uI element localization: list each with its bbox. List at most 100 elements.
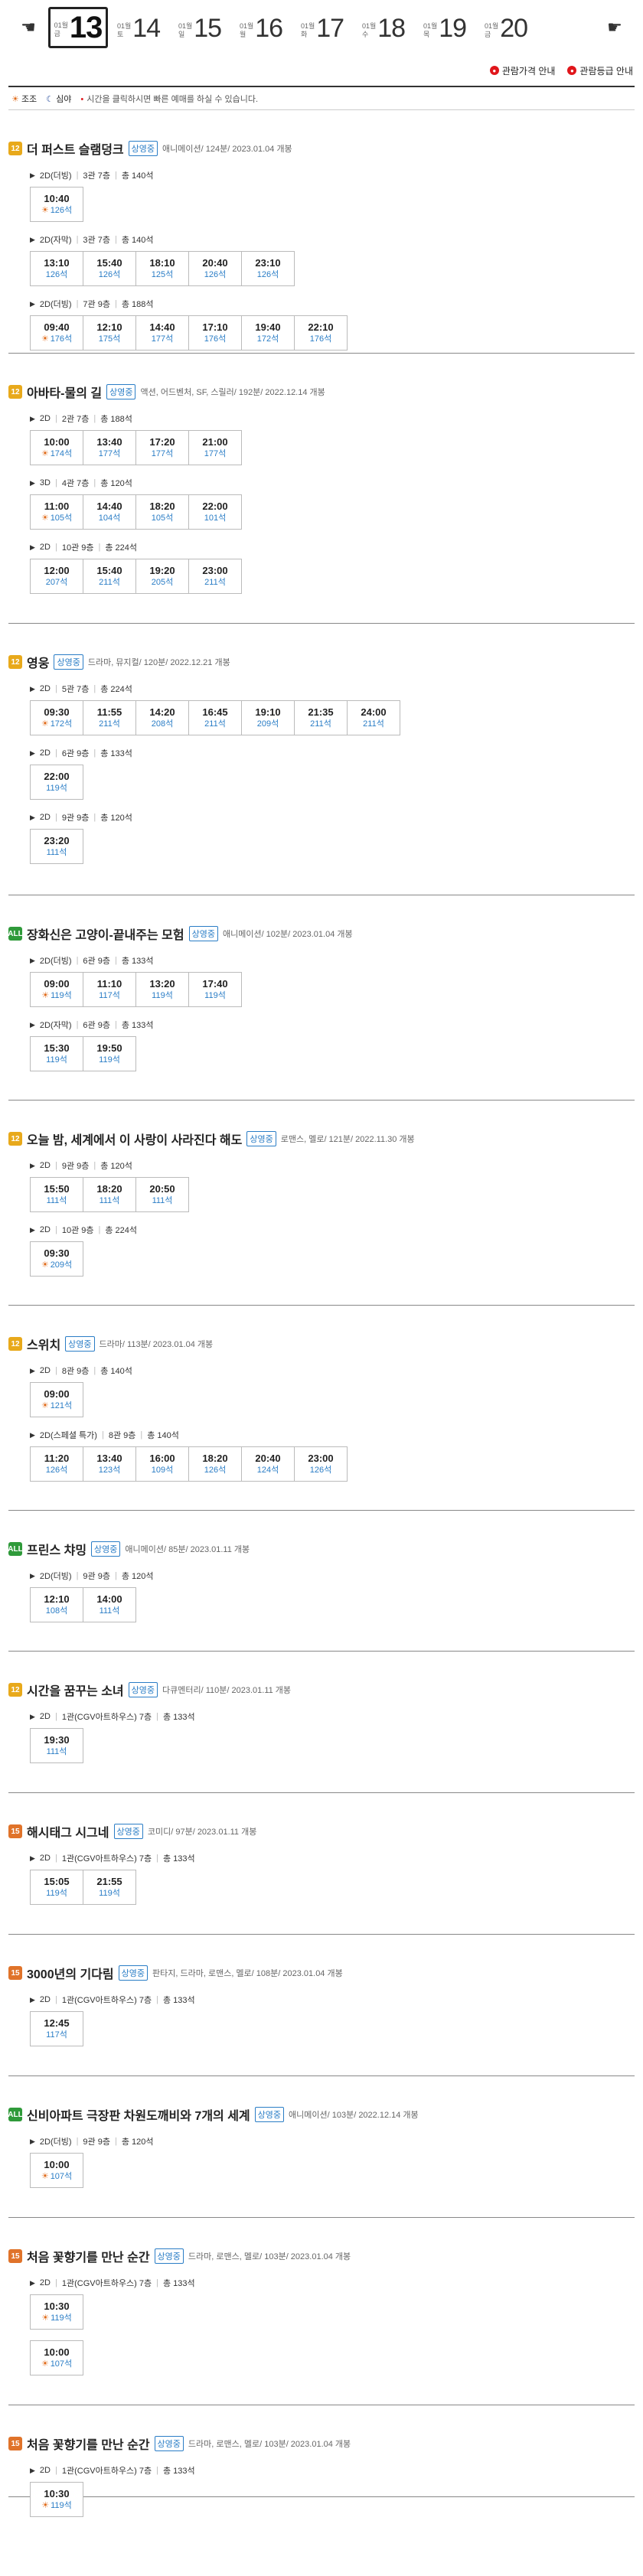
date-item[interactable]: 01월 일 15 xyxy=(169,8,230,47)
showtime-slot[interactable]: 19:20 205석 xyxy=(135,559,189,594)
showtime-slot[interactable]: 15:05 119석 xyxy=(30,1870,83,1905)
showtime-slot[interactable]: 11:00 ☀ 105석 xyxy=(30,494,83,530)
showtime-slot[interactable]: 13:40 177석 xyxy=(83,430,136,465)
showtime-slot[interactable]: 17:40 119석 xyxy=(188,972,242,1007)
showtime-slot[interactable]: 20:50 111석 xyxy=(135,1177,189,1212)
showtime-slot[interactable]: 09:00 ☀ 119석 xyxy=(30,972,83,1007)
divider: | xyxy=(114,956,117,965)
showtime-slot[interactable]: 21:35 211석 xyxy=(294,700,348,735)
showtime-slot[interactable]: 21:00 177석 xyxy=(188,430,242,465)
date-item[interactable]: 01월 금 13 xyxy=(48,7,108,48)
date-item[interactable]: 01월 월 16 xyxy=(230,8,292,47)
showtime-slot[interactable]: 10:40 ☀ 126석 xyxy=(30,187,83,222)
showtime-slot[interactable]: 14:40 177석 xyxy=(135,315,189,351)
showtime-slot[interactable]: 22:00 119석 xyxy=(30,765,83,800)
showtime-slot[interactable]: 13:20 119석 xyxy=(135,972,189,1007)
showtime-slot[interactable]: 13:10 126석 xyxy=(30,251,83,286)
showtime-slot[interactable]: 18:20 111석 xyxy=(83,1177,136,1212)
showtime-slot[interactable]: 22:10 176석 xyxy=(294,315,348,351)
showtime-slot[interactable]: 15:40 211석 xyxy=(83,559,136,594)
showtime-slot[interactable]: 13:40 123석 xyxy=(83,1446,136,1482)
showtime-slot[interactable]: 14:20 208석 xyxy=(135,700,189,735)
date-item[interactable]: 01월 수 18 xyxy=(353,8,414,47)
movie-title[interactable]: 처음 꽃향기를 만난 순간 xyxy=(27,2247,150,2265)
hall-info: ▶ 2D | 1관(CGV아트하우스) 7층 | 총 133석 xyxy=(8,1993,635,2007)
seat-count: 111석 xyxy=(152,1196,173,1205)
showtime-slot[interactable]: 15:40 126석 xyxy=(83,251,136,286)
showtime-slot[interactable]: 20:40 124석 xyxy=(241,1446,295,1482)
showtime-slot[interactable]: 16:45 211석 xyxy=(188,700,242,735)
showtime-slot[interactable]: 09:40 ☀ 176석 xyxy=(30,315,83,351)
movie-title[interactable]: 시간을 꿈꾸는 소녀 xyxy=(27,1681,124,1699)
prev-dates-button[interactable]: ☚ xyxy=(8,16,48,39)
movie-title[interactable]: 스위치 xyxy=(27,1335,60,1353)
showtime-slot[interactable]: 10:00 ☀ 174석 xyxy=(30,430,83,465)
date-item[interactable]: 01월 목 19 xyxy=(414,8,475,47)
showtime-slot[interactable]: 24:00 211석 xyxy=(347,700,400,735)
showtime-seats: 111석 xyxy=(152,1195,173,1206)
showtime-slot[interactable]: 12:00 207석 xyxy=(30,559,83,594)
hall-section: ▶ 2D | 2관 7층 | 총 188석 10:00 ☀ 174석 13:40 177석 17:20… xyxy=(8,412,635,465)
showtime-slot[interactable]: 10:30 ☀ 119석 xyxy=(30,2294,83,2330)
showtime-time: 21:35 xyxy=(308,706,334,718)
showtime-slot[interactable]: 19:30 111석 xyxy=(30,1728,83,1763)
showtime-slot[interactable]: 22:00 101석 xyxy=(188,494,242,530)
showtime-slot[interactable]: 23:20 111석 xyxy=(30,829,83,864)
movie-title[interactable]: 해시태그 시그네 xyxy=(27,1822,109,1841)
movie-title[interactable]: 오늘 밤, 세계에서 이 사랑이 사라진다 해도 xyxy=(27,1130,242,1148)
showtime-slot[interactable]: 23:10 126석 xyxy=(241,251,295,286)
showtime-slot[interactable]: 11:10 117석 xyxy=(83,972,136,1007)
movie-title[interactable]: 장화신은 고양이-끝내주는 모험 xyxy=(27,924,184,943)
hall-seats: 총 120석 xyxy=(100,1162,132,1171)
showtime-time: 15:30 xyxy=(44,1042,70,1054)
showtime-slot[interactable]: 11:55 211석 xyxy=(83,700,136,735)
showtime-slot[interactable]: 17:20 177석 xyxy=(135,430,189,465)
hall-section: ▶ 2D | 10관 9층 | 총 224석 09:30 ☀ 209석 xyxy=(8,1223,635,1277)
showtime-slot[interactable]: 18:20 105석 xyxy=(135,494,189,530)
showtime-slot[interactable]: 10:30 ☀ 119석 xyxy=(30,2482,83,2517)
showtime-slot[interactable]: 15:30 119석 xyxy=(30,1036,83,1071)
movie-title[interactable]: 3000년의 기다림 xyxy=(27,1964,114,1982)
showtime-slot[interactable]: 19:10 209석 xyxy=(241,700,295,735)
showtime-slot[interactable]: 16:00 109석 xyxy=(135,1446,189,1482)
showtime-slot[interactable]: 10:00 ☀ 107석 xyxy=(30,2340,83,2375)
rating-info-link[interactable]: ● 관람등급 안내 xyxy=(567,64,633,77)
showtime-slot[interactable]: 12:10 175석 xyxy=(83,315,136,351)
showtime-slot[interactable]: 15:50 111석 xyxy=(30,1177,83,1212)
showtime-slot[interactable]: 18:10 125석 xyxy=(135,251,189,286)
date-item[interactable]: 01월 금 20 xyxy=(475,8,537,47)
date-item[interactable]: 01월 화 17 xyxy=(292,8,353,47)
date-item[interactable]: 01월 토 14 xyxy=(108,8,169,47)
showtime-slot[interactable]: 09:30 ☀ 209석 xyxy=(30,1241,83,1277)
showtime-slot[interactable]: 09:00 ☀ 121석 xyxy=(30,1382,83,1417)
showtime-slot[interactable]: 18:20 126석 xyxy=(188,1446,242,1482)
movie-title[interactable]: 더 퍼스트 슬램덩크 xyxy=(27,139,124,158)
next-dates-button[interactable]: ☛ xyxy=(595,16,635,39)
showtime-slot[interactable]: 09:30 ☀ 172석 xyxy=(30,700,83,735)
showtime-slot[interactable]: 23:00 126석 xyxy=(294,1446,348,1482)
movie-title[interactable]: 영웅 xyxy=(27,653,49,671)
movie-title[interactable]: 처음 꽃향기를 만난 순간 xyxy=(27,2434,150,2453)
showtime-seats: 105석 xyxy=(152,513,173,523)
showtime-slot[interactable]: 21:55 119석 xyxy=(83,1870,136,1905)
showtime-slot[interactable]: 19:40 172석 xyxy=(241,315,295,351)
showtime-slot[interactable]: 23:00 211석 xyxy=(188,559,242,594)
showtime-slot[interactable]: 12:45 117석 xyxy=(30,2011,83,2046)
movie-header: 15 3000년의 기다림 상영중 판타지, 드라마, 로맨스, 멜로/ 108분/ … xyxy=(8,1964,635,1982)
price-info-link[interactable]: ● 관람가격 안내 xyxy=(489,64,555,77)
showtime-slot[interactable]: 11:20 126석 xyxy=(30,1446,83,1482)
hall-section: ▶ 2D | 1관(CGV아트하우스) 7층 | 총 133석 15:05 119석 21:55… xyxy=(8,1851,635,1905)
showtime-slot[interactable]: 20:40 126석 xyxy=(188,251,242,286)
rating-badge: 12 xyxy=(8,142,22,155)
movie-title[interactable]: 아바타-물의 길 xyxy=(27,383,102,401)
showtime-slot[interactable]: 10:00 ☀ 107석 xyxy=(30,2153,83,2188)
showtime-slot[interactable]: 14:00 111석 xyxy=(83,1587,136,1622)
showtime-time: 18:20 xyxy=(202,1453,228,1464)
showtime-seats: ☀ 119석 xyxy=(41,990,72,1001)
movie-title[interactable]: 신비아파트 극장판 차원도깨비와 7개의 세계 xyxy=(27,2105,250,2124)
showtime-slot[interactable]: 12:10 108석 xyxy=(30,1587,83,1622)
showtime-slot[interactable]: 14:40 104석 xyxy=(83,494,136,530)
showtime-slot[interactable]: 19:50 119석 xyxy=(83,1036,136,1071)
movie-title[interactable]: 프린스 챠밍 xyxy=(27,1540,86,1558)
showtime-slot[interactable]: 17:10 176석 xyxy=(188,315,242,351)
